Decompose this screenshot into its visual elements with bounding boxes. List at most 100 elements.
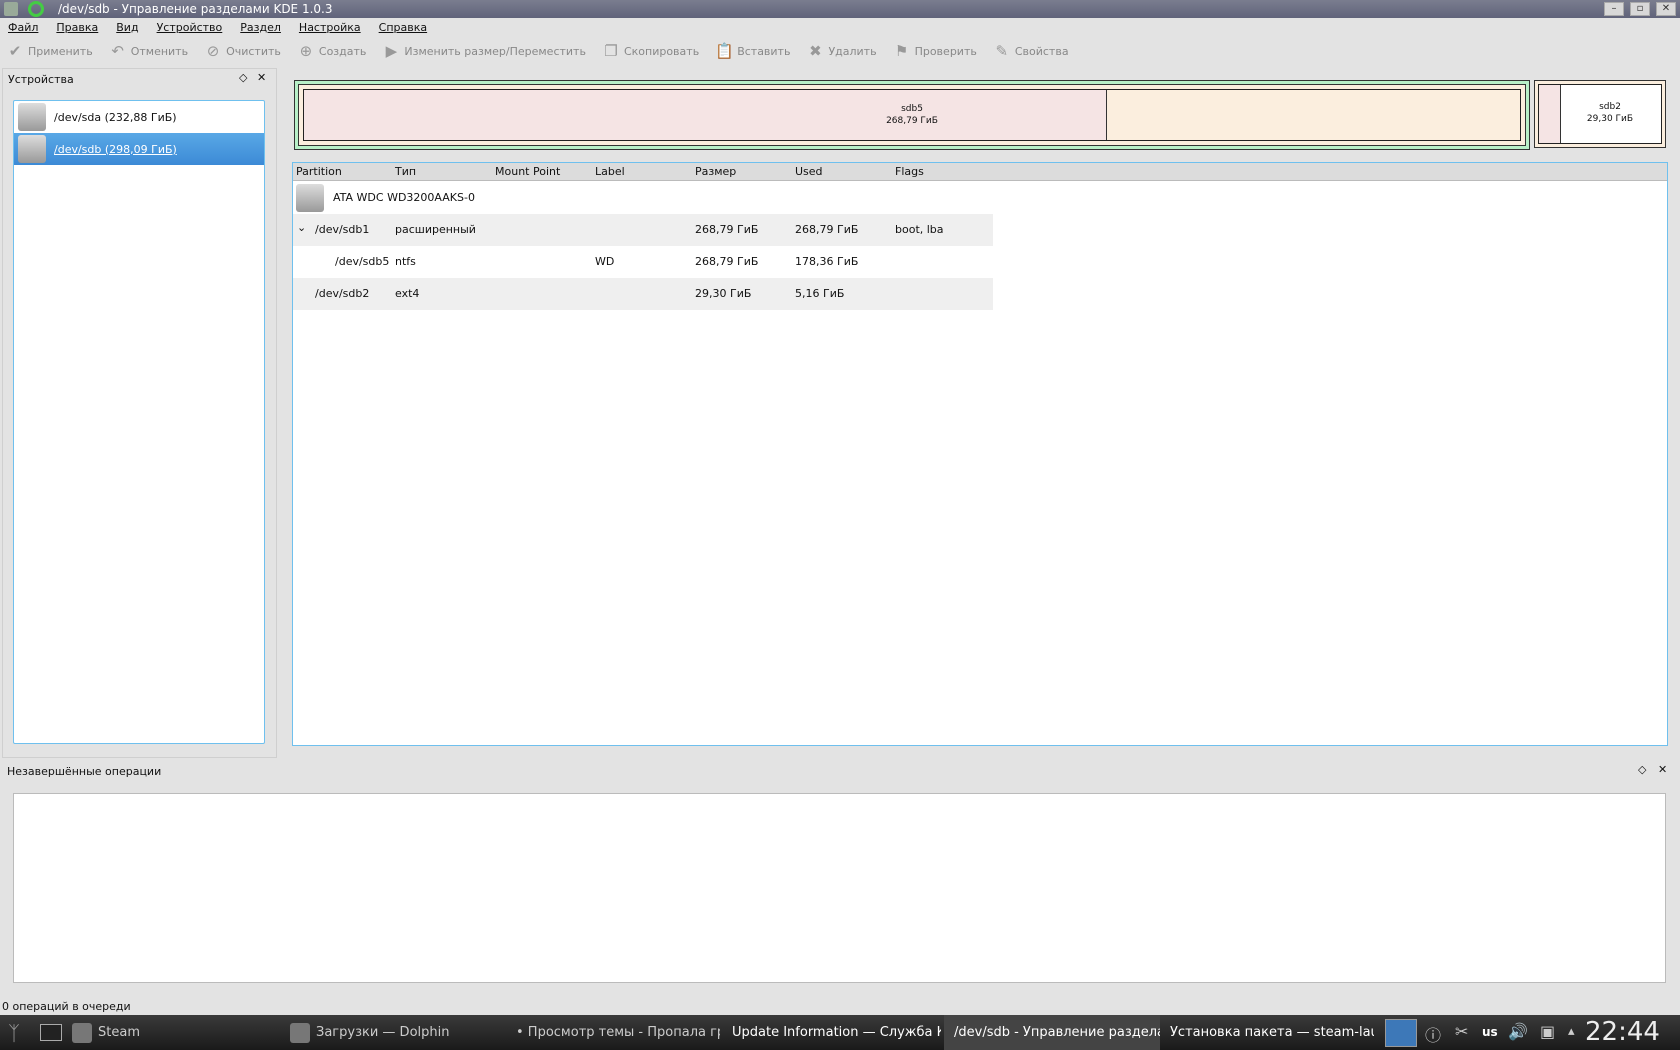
collapse-icon[interactable]: ⌄ [297,221,306,234]
window-title: /dev/sdb - Управление разделами KDE 1.0.… [58,2,333,16]
col-used[interactable]: Used [795,165,823,178]
resize-button[interactable]: ▶ Изменить размер/Переместить [382,42,586,60]
taskbar: ᛉ Steam Загрузки — Dolphin • Просмотр те… [0,1015,1680,1050]
col-type[interactable]: Тип [395,165,416,178]
cell-type: расширенный [395,223,476,236]
col-partition[interactable]: Partition [296,165,342,178]
partition-table: Partition Тип Mount Point Label Размер U… [292,162,1668,746]
float-icon[interactable]: ◇ [1638,763,1646,776]
resize-label: Изменить размер/Переместить [404,44,586,58]
task-label: /dev/sdb - Управление раздела [954,1025,1160,1040]
delete-label: Удалить [828,44,877,58]
toolbar: ✔ Применить ↶ Отменить ⊘ Очистить ⊕ Создать … [0,38,1079,64]
menu-edit[interactable]: Правка [56,21,98,34]
cell-type: ext4 [395,287,420,300]
device-label: /dev/sdb (298,09 ГиБ) [54,142,177,156]
folder-icon [290,1022,310,1043]
menu-view[interactable]: Вид [116,21,138,34]
pager-icon[interactable] [1385,1019,1417,1047]
dock-close-icon[interactable]: ✕ [257,71,266,84]
sdb2-name: sdb2 [1599,102,1621,112]
delete-button[interactable]: ✖ Удалить [806,42,876,60]
cell-size: 29,30 ГиБ [695,287,752,300]
col-mount[interactable]: Mount Point [495,165,560,178]
cell-partition: /dev/sdb2 [315,287,370,300]
properties-icon: ✎ [995,42,1009,60]
menu-file[interactable]: Файл [8,21,38,34]
task-browser[interactable]: • Просмотр темы - Пропала гр [510,1015,720,1050]
task-install[interactable]: Установка пакета — steam-laun [1164,1015,1374,1050]
resize-icon: ▶ [385,42,398,60]
task-label: Установка пакета — steam-laun [1170,1025,1374,1040]
device-list: /dev/sda (232,88 ГиБ) /dev/sdb (298,09 Г… [13,100,265,744]
steam-icon [72,1022,92,1043]
delete-icon: ✖ [809,42,822,60]
col-flags[interactable]: Flags [895,165,924,178]
clear-button[interactable]: ⊘ Очистить [204,42,281,60]
properties-button[interactable]: ✎ Свойства [993,42,1069,60]
apply-button[interactable]: ✔ Применить [6,42,93,60]
table-row[interactable]: /dev/sdb5 ntfs WD 268,79 ГиБ 178,36 ГиБ [293,246,993,278]
harddisk-icon [18,135,46,163]
device-item-sda[interactable]: /dev/sda (232,88 ГиБ) [14,101,264,133]
check-button[interactable]: ⚑ Проверить [893,42,977,60]
notification-icon[interactable]: ⓘ [1425,1022,1441,1046]
col-label[interactable]: Label [595,165,625,178]
menu-partition[interactable]: Раздел [240,21,281,34]
copy-label: Скопировать [623,44,700,58]
properties-label: Свойства [1014,44,1069,58]
close-button[interactable]: ✕ [1656,2,1676,16]
task-update[interactable]: Update Information — Служба К [726,1015,941,1050]
table-header: Partition Тип Mount Point Label Размер U… [293,163,1667,181]
partition-map-extended[interactable]: sdb5 268,79 ГиБ [294,80,1530,150]
kde-menu-icon[interactable]: ᛉ [8,1021,20,1045]
partition-block-sdb2[interactable]: sdb2 29,30 ГиБ [1534,80,1666,148]
clear-label: Очистить [226,44,281,58]
pending-operations-list [13,793,1666,983]
menu-help[interactable]: Справка [379,21,427,34]
dock-close-icon[interactable]: ✕ [1658,763,1667,776]
task-partitionmanager[interactable]: /dev/sdb - Управление раздела [944,1015,1160,1050]
menu-device[interactable]: Устройство [157,21,223,34]
copy-icon: ❐ [604,42,618,60]
harddisk-icon [18,103,46,131]
cell-partition: /dev/sdb5 [335,255,390,268]
paste-button[interactable]: 📋 Вставить [715,42,790,60]
col-size[interactable]: Размер [695,165,736,178]
tray-expand-icon[interactable]: ▴ [1568,1024,1575,1039]
maximize-button[interactable]: ▫ [1630,2,1650,16]
sdb5-size: 268,79 ГиБ [886,116,938,126]
minimize-button[interactable]: – [1604,2,1624,16]
cell-size: 268,79 ГиБ [695,223,759,236]
undo-icon: ↶ [111,42,124,60]
battery-icon[interactable]: ▣ [1540,1022,1555,1041]
pending-title: Незавершённые операции [7,765,162,778]
table-row[interactable]: ⌄ /dev/sdb1 расширенный 268,79 ГиБ 268,7… [293,214,993,246]
disk-row[interactable]: ATA WDC WD3200AAKS-0 [293,182,993,214]
table-row[interactable]: /dev/sdb2 ext4 29,30 ГиБ 5,16 ГиБ [293,278,993,310]
title-bar: /dev/sdb - Управление разделами KDE 1.0.… [0,0,1680,18]
cell-label: WD [595,255,615,268]
copy-button[interactable]: ❐ Скопировать [602,42,699,60]
clock[interactable]: 22:44 [1585,1017,1660,1047]
partition-block-sdb5[interactable]: sdb5 268,79 ГиБ [303,89,1521,141]
task-dolphin[interactable]: Загрузки — Dolphin [290,1015,500,1050]
float-icon[interactable]: ◇ [239,71,247,84]
flag-icon: ⚑ [894,42,909,60]
device-item-sdb[interactable]: /dev/sdb (298,09 ГиБ) [14,133,264,165]
volume-icon[interactable]: 🔊 [1508,1022,1528,1041]
terminal-icon[interactable] [40,1024,62,1041]
paste-icon: 📋 [715,42,734,60]
status-bar: 0 операций в очереди [2,1000,131,1013]
cell-size: 268,79 ГиБ [695,255,759,268]
check-label: Проверить [914,44,977,58]
klipper-icon[interactable]: ✂ [1455,1022,1468,1041]
menu-settings[interactable]: Настройка [299,21,361,34]
undo-label: Отменить [130,44,189,58]
new-button[interactable]: ⊕ Создать [297,42,367,60]
cell-used: 268,79 ГиБ [795,223,859,236]
keyboard-layout[interactable]: us [1482,1025,1498,1039]
undo-button[interactable]: ↶ Отменить [109,42,188,60]
task-steam[interactable]: Steam [72,1015,272,1050]
sdb2-size: 29,30 ГиБ [1586,114,1634,124]
